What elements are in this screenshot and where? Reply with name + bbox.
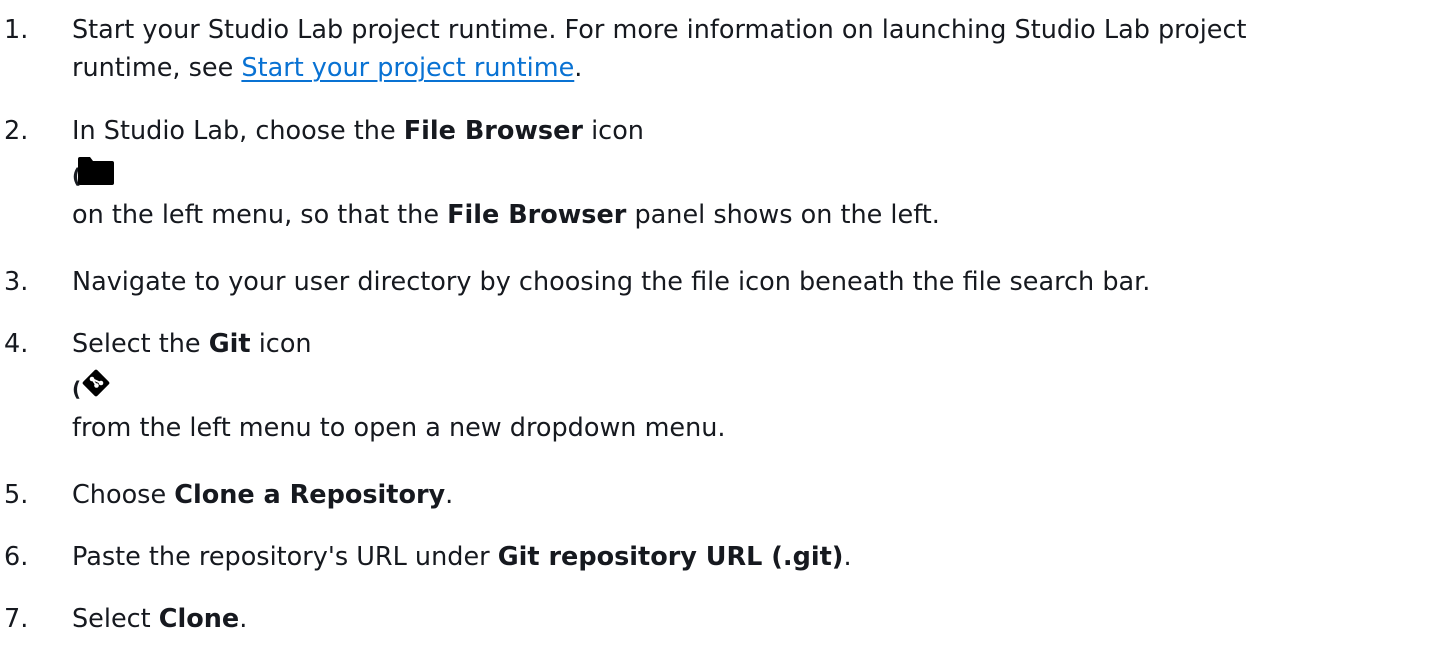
step-number: 5. (4, 480, 29, 510)
step-body: Start your Studio Lab project runtime. F… (72, 11, 1417, 87)
step-body: Select Clone. (72, 600, 1417, 638)
step-text: In Studio Lab, choose the (72, 116, 404, 146)
step-text: from the left menu to open a new dropdow… (72, 413, 726, 443)
instruction-steps-list: 1. Start your Studio Lab project runtime… (0, 0, 1432, 661)
step-body: Select the Git icon ( from the left menu… (72, 325, 1417, 447)
clone-a-repository-label: Clone a Repository (174, 480, 446, 510)
git-label: Git (208, 329, 251, 359)
git-repository-url-label: Git repository URL (.git) (497, 542, 844, 572)
step-text: . (239, 604, 248, 634)
step-text-line: Choose Clone a Repository. (72, 476, 1417, 514)
step-text-line: runtime, see Start your project runtime. (72, 49, 1417, 87)
icon-line: ( (72, 150, 1417, 196)
step-text: on the left menu, so that the (72, 200, 448, 230)
icon-line: ( (72, 363, 1417, 409)
clone-label: Clone (158, 604, 240, 634)
step-text: icon (250, 329, 312, 359)
step-text: . (843, 542, 852, 572)
step-body: Choose Clone a Repository. (72, 476, 1417, 514)
step-body: Navigate to your user directory by choos… (72, 263, 1417, 301)
step-text: . (574, 53, 583, 83)
step-text: runtime, see (72, 53, 242, 83)
step-text-line: In Studio Lab, choose the File Browser i… (72, 112, 1417, 150)
file-browser-label: File Browser (403, 116, 583, 146)
step-number: 4. (4, 329, 29, 359)
step-text: Choose (72, 480, 175, 510)
step-text: icon (582, 116, 644, 146)
step-text: panel shows on the left. (626, 200, 940, 230)
start-project-runtime-link[interactable]: Start your project runtime (241, 53, 574, 83)
step-number: 6. (4, 542, 29, 572)
step-text: Navigate to your user directory by choos… (72, 267, 1151, 297)
step-text: Start your Studio Lab project runtime. F… (72, 15, 1247, 45)
step-text: . (445, 480, 454, 510)
step-text: Select the (72, 329, 209, 359)
step-text-line: Select the Git icon (72, 325, 1417, 363)
step-text: Paste the repository's URL under (72, 542, 498, 572)
folder-icon (78, 157, 114, 185)
step-number: 1. (4, 15, 29, 45)
step-number: 3. (4, 267, 29, 297)
step-body: Paste the repository's URL under Git rep… (72, 538, 1417, 576)
git-icon (82, 369, 110, 397)
step-text: Select (72, 604, 159, 634)
step-text-line: Select Clone. (72, 600, 1417, 638)
open-paren: ( (72, 377, 82, 401)
step-number: 7. (4, 604, 29, 634)
step-body: In Studio Lab, choose the File Browser i… (72, 112, 1417, 234)
file-browser-label: File Browser (447, 200, 627, 230)
step-text-line: on the left menu, so that the File Brows… (72, 196, 1417, 234)
step-number: 2. (4, 116, 29, 146)
step-text-line: Paste the repository's URL under Git rep… (72, 538, 1417, 576)
